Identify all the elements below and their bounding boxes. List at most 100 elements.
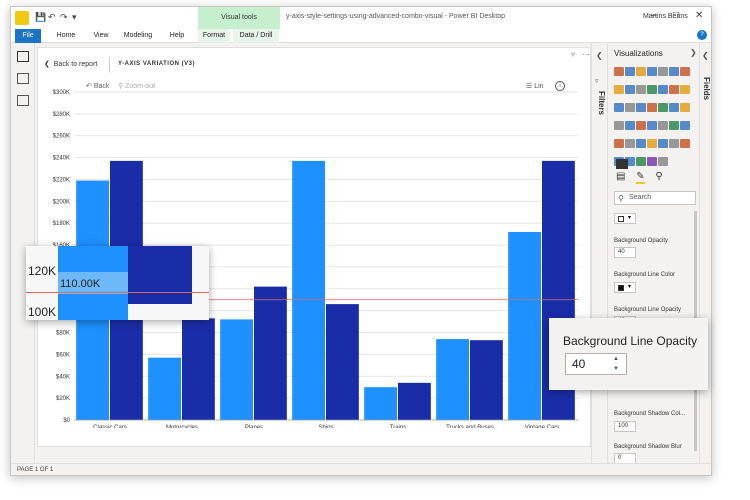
visual-type-icon[interactable] bbox=[614, 85, 624, 94]
visual-type-icon[interactable] bbox=[658, 103, 668, 112]
report-view-icon[interactable] bbox=[17, 51, 29, 62]
visual-type-icon[interactable] bbox=[658, 67, 668, 76]
fields-pane[interactable]: ❮ Fields bbox=[699, 43, 711, 463]
more-options-icon[interactable]: ⋯ bbox=[582, 50, 590, 59]
bar bbox=[470, 340, 503, 420]
y-tick-label: $280K bbox=[53, 112, 70, 118]
background-line-color-picker[interactable]: ▾ bbox=[614, 282, 636, 293]
visual-type-icon[interactable] bbox=[680, 85, 690, 94]
visual-type-icon[interactable] bbox=[680, 67, 690, 76]
visual-type-icon[interactable] bbox=[625, 121, 635, 130]
ribbon-tabs: File Home View Modeling Help Format Data… bbox=[11, 29, 711, 43]
x-tick-label: Trains bbox=[390, 425, 406, 428]
x-tick-label: Trucks and Buses bbox=[446, 425, 494, 428]
chevron-right-icon[interactable]: ❯ bbox=[690, 48, 697, 57]
tab-format[interactable]: Format bbox=[198, 29, 230, 43]
visual-type-icon[interactable] bbox=[647, 157, 657, 166]
x-tick-label: Motorcycles bbox=[166, 425, 198, 428]
fields-tab-icon[interactable]: ▤ bbox=[616, 171, 625, 182]
format-paint-roller-icon[interactable]: ✎ bbox=[636, 171, 645, 184]
visual-type-icon[interactable] bbox=[658, 121, 668, 130]
visual-type-icon[interactable] bbox=[647, 121, 657, 130]
background-line-opacity-value: 40 bbox=[572, 357, 586, 371]
y-tick-label: $240K bbox=[53, 156, 70, 162]
data-view-icon[interactable] bbox=[17, 73, 29, 84]
visual-type-icon[interactable] bbox=[669, 103, 679, 112]
spinner-icon[interactable]: ▲ ▼ bbox=[613, 354, 619, 374]
visual-type-icon[interactable] bbox=[636, 139, 646, 148]
visual-type-icon[interactable] bbox=[636, 121, 646, 130]
visual-type-icon[interactable] bbox=[658, 157, 668, 166]
back-to-report-button[interactable]: ❮ Back to report bbox=[44, 60, 97, 68]
background-shadow-color-input[interactable]: 100 bbox=[614, 421, 636, 432]
filters-pane[interactable]: ❮ ▿ Filters bbox=[591, 43, 607, 463]
quick-access-dropdown-icon[interactable]: ▾ bbox=[72, 12, 77, 23]
save-icon[interactable]: 💾 bbox=[35, 12, 46, 23]
visual-type-icon[interactable] bbox=[614, 67, 624, 76]
page-indicator: PAGE 1 OF 1 bbox=[17, 467, 54, 473]
redo-icon[interactable]: ↷ bbox=[60, 12, 68, 23]
visual-type-icon[interactable] bbox=[636, 103, 646, 112]
bar bbox=[148, 357, 181, 420]
color-picker-top[interactable]: ▾ bbox=[614, 213, 636, 224]
undo-icon[interactable]: ↶ bbox=[48, 12, 56, 23]
visual-type-icon[interactable] bbox=[647, 139, 657, 148]
zoomed-tick-top: 120K bbox=[28, 264, 57, 278]
tab-modeling[interactable]: Modeling bbox=[119, 29, 157, 43]
bar bbox=[220, 319, 253, 420]
visual-type-icon[interactable] bbox=[680, 139, 690, 148]
visual-type-icon[interactable] bbox=[625, 85, 635, 94]
pane-tabs: ▤ ✎ ⚲ bbox=[616, 171, 663, 184]
tab-view[interactable]: View bbox=[87, 29, 115, 43]
visual-type-icon[interactable] bbox=[669, 67, 679, 76]
visual-type-icon[interactable] bbox=[647, 67, 657, 76]
visual-type-icon[interactable] bbox=[669, 139, 679, 148]
visual-type-icon[interactable] bbox=[625, 67, 635, 76]
visual-type-icon[interactable] bbox=[647, 103, 657, 112]
visual-type-icon[interactable] bbox=[625, 103, 635, 112]
y-tick-label: $20K bbox=[56, 396, 70, 402]
tab-data-drill[interactable]: Data / Drill bbox=[233, 29, 279, 43]
visualizations-pane: Visualizations ❯ ▤ ✎ ⚲ ⚲ Search ▾ Backgr… bbox=[607, 43, 699, 464]
custom-visual-icon[interactable] bbox=[616, 159, 628, 169]
y-tick-label: $300K bbox=[53, 90, 70, 96]
tab-file[interactable]: File bbox=[15, 29, 41, 43]
visual-type-icon[interactable] bbox=[658, 85, 668, 94]
visual-type-icon[interactable] bbox=[636, 85, 646, 94]
user-name[interactable]: Martins Berins bbox=[643, 13, 688, 20]
background-line-opacity-label-small: Background Line Opacity bbox=[614, 307, 682, 313]
visual-type-icon[interactable] bbox=[625, 139, 635, 148]
model-view-icon[interactable] bbox=[17, 95, 29, 106]
tab-help[interactable]: Help bbox=[163, 29, 191, 43]
visual-type-icon[interactable] bbox=[647, 85, 657, 94]
color-swatch bbox=[618, 216, 624, 222]
chevron-left-icon[interactable]: ❮ bbox=[596, 51, 603, 60]
help-icon[interactable]: ? bbox=[697, 30, 707, 40]
visual-type-icon[interactable] bbox=[614, 103, 624, 112]
visual-type-icon[interactable] bbox=[669, 85, 679, 94]
filter-icon[interactable]: ▿ bbox=[571, 50, 575, 59]
background-opacity-input[interactable]: 40 bbox=[614, 247, 636, 258]
close-icon[interactable]: ✕ bbox=[695, 10, 703, 21]
visual-type-icon[interactable] bbox=[636, 157, 646, 166]
background-opacity-label: Background Opacity bbox=[614, 238, 669, 244]
visual-type-icon[interactable] bbox=[669, 121, 679, 130]
visual-type-icon[interactable] bbox=[680, 121, 690, 130]
visual-type-icon[interactable] bbox=[614, 121, 624, 130]
x-tick-label: Vintage Cars bbox=[525, 425, 560, 428]
maximize-icon[interactable]: □ bbox=[673, 10, 679, 21]
funnel-icon: ▿ bbox=[595, 78, 599, 85]
tab-home[interactable]: Home bbox=[51, 29, 81, 43]
format-search-input[interactable]: ⚲ Search bbox=[614, 191, 696, 205]
visual-tools-context-tab: Visual tools bbox=[198, 7, 280, 29]
visual-type-icon[interactable] bbox=[614, 139, 624, 148]
bar bbox=[254, 286, 287, 420]
visual-type-icon[interactable] bbox=[680, 103, 690, 112]
app-window: 💾 ↶ ↷ ▾ Visual tools y-axis-style-settin… bbox=[10, 6, 712, 476]
chevron-left-icon[interactable]: ❮ bbox=[702, 51, 709, 60]
visual-type-icon[interactable] bbox=[636, 67, 646, 76]
visual-type-icon[interactable] bbox=[658, 139, 668, 148]
analytics-magnifier-icon[interactable]: ⚲ bbox=[655, 171, 662, 182]
minimize-icon[interactable]: – bbox=[651, 10, 657, 21]
visualizations-title: Visualizations bbox=[614, 49, 663, 58]
